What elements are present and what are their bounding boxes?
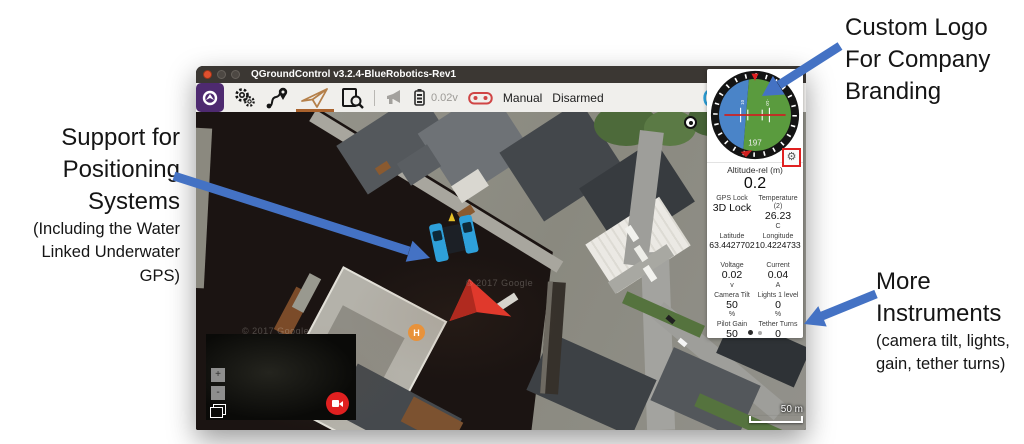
annotation-positioning-title: Support for Positioning Systems [61, 124, 180, 215]
window-title: QGroundControl v3.2.4-BlueRobotics-Rev1 [251, 69, 457, 80]
telemetry-value: 50 [726, 298, 738, 311]
annotation-more-sub: (camera tilt, lights, gain, tether turns… [876, 331, 1010, 374]
telemetry-cell-longitude[interactable]: Longitude 10.4224733 [755, 233, 801, 258]
screenshot-canvas: Support for Positioning Systems (Includi… [0, 0, 1024, 444]
scale-bar: 50 m [749, 404, 803, 423]
instrument-panel[interactable]: 10 -10 197 ⚙ Altitude-rel (m) 0.2 GPS Lo… [707, 69, 803, 338]
telemetry-cell-current[interactable]: Current 0.04 A [755, 262, 801, 289]
joystick-icon[interactable] [468, 89, 493, 106]
analyze-log-icon[interactable] [340, 87, 364, 109]
qgroundcontrol-window: QGroundControl v3.2.4-BlueRobotics-Rev1 [196, 66, 806, 430]
telemetry-value: 0.04 [767, 269, 789, 282]
telemetry-value: 26.23 [764, 210, 792, 223]
boat-detail [461, 221, 473, 234]
telemetry-cell-temperature[interactable]: Temperature (2) 26.23 C [755, 195, 801, 230]
annotation-positioning: Support for Positioning Systems (Includi… [6, 122, 180, 288]
page-dot-inactive[interactable] [758, 330, 762, 335]
map-feature [400, 396, 464, 430]
altitude-value: 0.2 [743, 175, 767, 192]
telemetry-cell-camera-tilt[interactable]: Camera Tilt 50 % [709, 292, 755, 319]
alerts-megaphone-icon[interactable] [385, 89, 404, 106]
attitude-indicator[interactable]: 10 -10 197 ⚙ [707, 70, 803, 167]
settings-gears-icon[interactable] [234, 87, 256, 108]
toolbar-separator [374, 89, 375, 106]
minimize-button[interactable] [217, 70, 226, 79]
annotation-branding-title: Custom Logo For Company Branding [845, 14, 991, 105]
record-button[interactable] [326, 392, 349, 415]
annotation-more-title: More Instruments [876, 268, 1002, 327]
zoom-out-button[interactable]: - [211, 386, 225, 400]
arrow-to-instruments [804, 289, 878, 327]
telemetry-value: 63.4427702 [709, 239, 755, 250]
telemetry-unit [755, 250, 801, 257]
page-dot-active[interactable] [748, 330, 753, 335]
telemetry-unit: v [730, 281, 734, 289]
arm-status-indicator[interactable]: Disarmed [552, 91, 603, 105]
telemetry-value: 0.02 [721, 269, 743, 282]
telemetry-unit: % [774, 311, 782, 319]
maximize-button[interactable] [231, 70, 240, 79]
annotation-branding: Custom Logo For Company Branding [845, 12, 1020, 108]
telemetry-value: 3D Lock [712, 202, 752, 215]
qgc-logo-icon [202, 90, 218, 105]
battery-voltage[interactable]: 0.02v [431, 92, 458, 104]
home-label: H [413, 327, 420, 338]
map-watermark: © 2017 Google [466, 278, 534, 288]
annotation-more-instruments: More Instruments (camera tilt, lights, g… [876, 266, 1024, 377]
qgc-logo-button[interactable] [196, 83, 224, 112]
video-feed[interactable]: + - [206, 334, 356, 420]
telemetry-cell-lights[interactable]: Lights 1 level 0 % [755, 292, 801, 319]
scale-label: 50 m [780, 404, 803, 415]
swap-view-icon[interactable] [210, 404, 226, 418]
video-camera-icon [332, 400, 343, 407]
follow-indicator[interactable] [684, 116, 697, 129]
pitch-label: 10 [740, 99, 745, 105]
telemetry-unit [709, 215, 755, 222]
telemetry-unit: A [775, 281, 781, 289]
boat-detail [431, 229, 443, 242]
annotation-positioning-sub: (Including the Water Linked Underwater G… [32, 219, 180, 285]
telemetry-cell-latitude[interactable]: Latitude 63.4427702 [709, 233, 755, 258]
flight-mode-indicator[interactable]: Manual [503, 91, 542, 105]
battery-icon[interactable] [414, 89, 425, 106]
pitch-label: -10 [765, 99, 770, 106]
telemetry-grid: GPS Lock 3D Lock Temperature (2) 26.23 C… [707, 193, 803, 338]
map-feature [196, 127, 213, 289]
telemetry-unit: % [728, 311, 736, 319]
boat-flag [448, 212, 455, 221]
gear-icon: ⚙ [786, 151, 797, 163]
home-marker[interactable]: H [408, 324, 425, 341]
heading-value: 197 [748, 139, 762, 148]
zoom-in-button[interactable]: + [211, 368, 225, 382]
telemetry-label: Temperature (2) [758, 195, 798, 211]
telemetry-unit: C [775, 223, 781, 231]
telemetry-cell-voltage[interactable]: Voltage 0.02 v [709, 262, 755, 289]
plan-waypoints-icon[interactable] [266, 87, 290, 109]
close-button[interactable] [203, 70, 212, 79]
instrument-settings-button[interactable]: ⚙ [782, 148, 801, 167]
telemetry-cell-gps[interactable]: GPS Lock 3D Lock [709, 195, 755, 230]
telemetry-unit [709, 250, 755, 257]
panel-page-dots[interactable] [707, 330, 803, 335]
fly-paperplane-icon[interactable] [300, 86, 330, 110]
telemetry-value: 0 [775, 298, 781, 311]
telemetry-value: 10.4224733 [755, 239, 801, 250]
scale-bracket [749, 416, 803, 423]
